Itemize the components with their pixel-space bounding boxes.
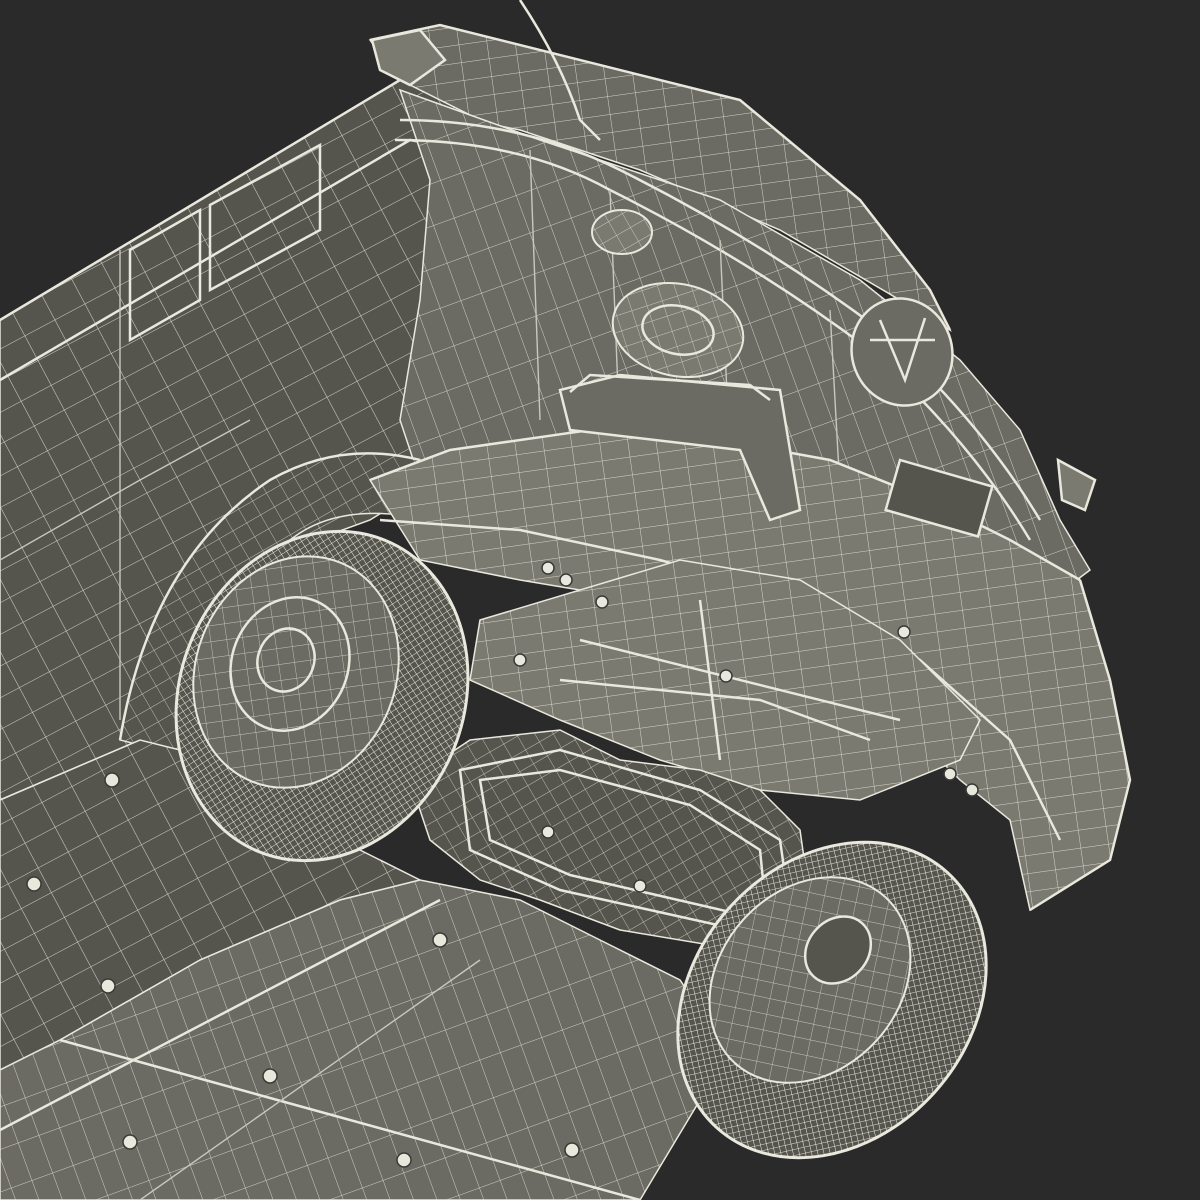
bolt-icon <box>541 561 555 575</box>
bolt-icon <box>122 1134 138 1150</box>
bolt-icon <box>432 932 448 948</box>
bolt-icon <box>396 1152 412 1168</box>
bolt-icon <box>100 978 116 994</box>
wireframe-scene <box>0 0 1200 1200</box>
bolt-icon <box>262 1068 278 1084</box>
bolt-icon <box>541 825 555 839</box>
bolt-icon <box>564 1142 580 1158</box>
bolt-icon <box>104 772 120 788</box>
bolt-icon <box>897 625 911 639</box>
bolt-icon <box>595 595 609 609</box>
bolt-icon <box>513 653 527 667</box>
bolt-icon <box>943 767 957 781</box>
fog-lamp-small <box>591 209 653 255</box>
bolt-icon <box>26 876 42 892</box>
bolt-icon <box>965 783 979 797</box>
bolt-icon <box>633 879 647 893</box>
render-viewport <box>0 0 1200 1200</box>
bolt-icon <box>719 669 733 683</box>
bolt-icon <box>559 573 573 587</box>
